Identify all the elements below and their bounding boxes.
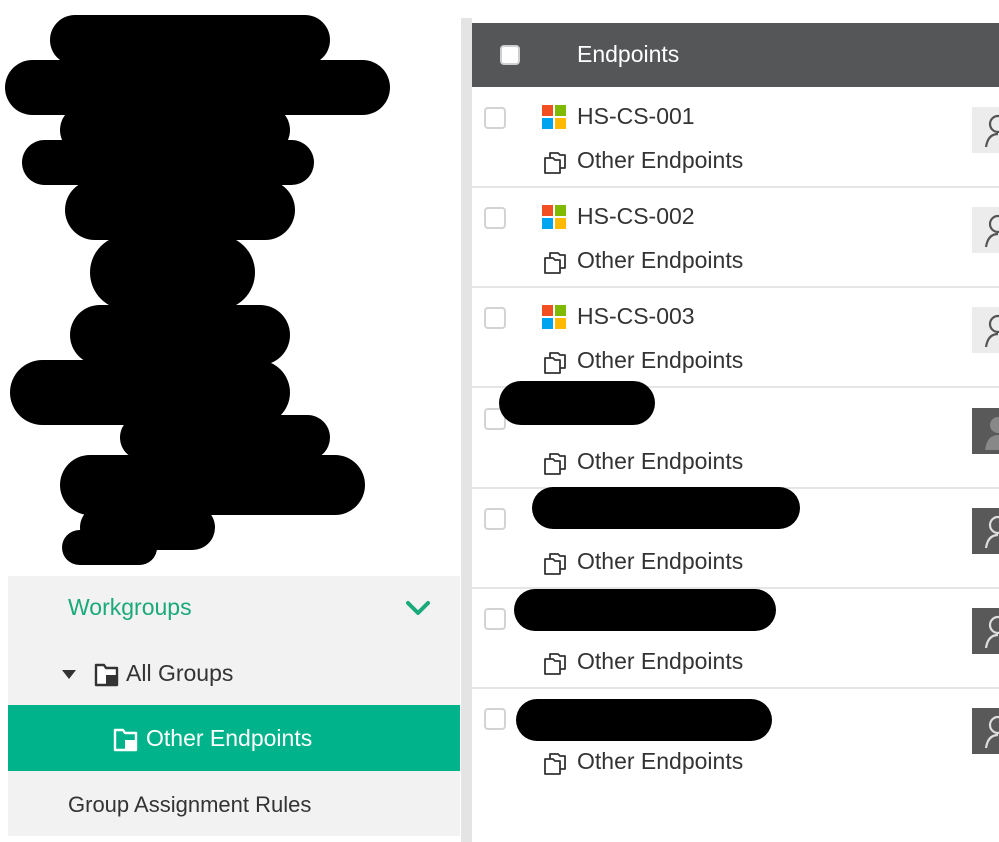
group-icon bbox=[542, 451, 568, 482]
endpoint-name[interactable]: HS-CS-002 bbox=[577, 203, 695, 230]
nav-other-endpoints-label: Other Endpoints bbox=[146, 725, 313, 751]
table-header-title: Endpoints bbox=[577, 41, 680, 67]
redacted-area bbox=[70, 305, 290, 365]
endpoint-name[interactable]: HS-CS-001 bbox=[577, 103, 695, 130]
endpoints-table: Endpoints HS-CS-001 Other Endpoints HS-C… bbox=[472, 23, 999, 842]
table-row[interactable]: Other Endpoints bbox=[472, 487, 999, 589]
redacted-area bbox=[65, 180, 295, 240]
table-row[interactable]: Other Endpoints bbox=[472, 589, 999, 689]
table-row[interactable]: Other Endpoints bbox=[472, 689, 999, 789]
endpoint-group: Other Endpoints bbox=[577, 648, 744, 674]
select-all-checkbox[interactable] bbox=[500, 45, 520, 65]
table-row[interactable]: HS-CS-003 Other Endpoints bbox=[472, 288, 999, 388]
endpoint-group: Other Endpoints bbox=[577, 347, 744, 373]
table-header: Endpoints bbox=[472, 23, 999, 87]
group-icon bbox=[542, 751, 568, 782]
user-icon[interactable] bbox=[972, 107, 999, 153]
endpoint-group: Other Endpoints bbox=[577, 748, 744, 774]
endpoint-group: Other Endpoints bbox=[577, 147, 744, 173]
endpoint-group: Other Endpoints bbox=[577, 448, 744, 474]
windows-icon bbox=[542, 205, 566, 234]
redacted-area bbox=[499, 381, 655, 425]
table-row[interactable]: HS-CS-001 Other Endpoints bbox=[472, 88, 999, 188]
endpoint-group: Other Endpoints bbox=[577, 548, 744, 574]
group-icon bbox=[542, 350, 568, 381]
left-navigation: Workgroups All Groups Other Endpoints Gr… bbox=[0, 0, 461, 842]
user-icon[interactable] bbox=[972, 207, 999, 253]
redacted-area bbox=[62, 530, 157, 565]
nav-group-assignment-rules[interactable]: Group Assignment Rules bbox=[8, 771, 460, 836]
redacted-area bbox=[516, 699, 772, 741]
row-checkbox[interactable] bbox=[484, 207, 506, 229]
pane-divider[interactable] bbox=[461, 18, 472, 842]
redacted-area bbox=[120, 415, 330, 460]
row-checkbox[interactable] bbox=[484, 608, 506, 630]
nav-other-endpoints[interactable]: Other Endpoints bbox=[8, 705, 460, 771]
row-checkbox[interactable] bbox=[484, 307, 506, 329]
redacted-area bbox=[514, 589, 776, 631]
nav-workgroups[interactable]: Workgroups bbox=[8, 576, 460, 640]
redacted-area bbox=[532, 487, 800, 529]
redacted-area bbox=[22, 140, 314, 185]
caret-down-icon[interactable] bbox=[62, 667, 76, 685]
nav-all-groups[interactable]: All Groups bbox=[8, 640, 460, 705]
group-folder-icon bbox=[112, 725, 140, 758]
windows-icon bbox=[542, 105, 566, 134]
row-checkbox[interactable] bbox=[484, 107, 506, 129]
table-row[interactable]: Other Endpoints bbox=[472, 381, 999, 489]
user-icon[interactable] bbox=[972, 408, 999, 454]
redacted-area bbox=[50, 15, 330, 65]
nav-group-rules-label: Group Assignment Rules bbox=[68, 792, 312, 817]
group-icon bbox=[542, 250, 568, 281]
group-folder-icon bbox=[93, 660, 121, 693]
chevron-down-icon[interactable] bbox=[406, 600, 430, 621]
row-checkbox[interactable] bbox=[484, 508, 506, 530]
user-icon[interactable] bbox=[972, 307, 999, 353]
nav-workgroups-label: Workgroups bbox=[68, 594, 192, 620]
group-icon bbox=[542, 551, 568, 582]
group-icon bbox=[542, 150, 568, 181]
table-row[interactable]: HS-CS-002 Other Endpoints bbox=[472, 188, 999, 288]
endpoint-group: Other Endpoints bbox=[577, 247, 744, 273]
redacted-area bbox=[90, 235, 255, 310]
nav-all-groups-label: All Groups bbox=[126, 660, 234, 686]
endpoint-name[interactable]: HS-CS-003 bbox=[577, 303, 695, 330]
user-icon[interactable] bbox=[972, 708, 999, 754]
user-icon[interactable] bbox=[972, 608, 999, 654]
row-checkbox[interactable] bbox=[484, 708, 506, 730]
windows-icon bbox=[542, 305, 566, 334]
user-icon[interactable] bbox=[972, 508, 999, 554]
group-icon bbox=[542, 651, 568, 682]
